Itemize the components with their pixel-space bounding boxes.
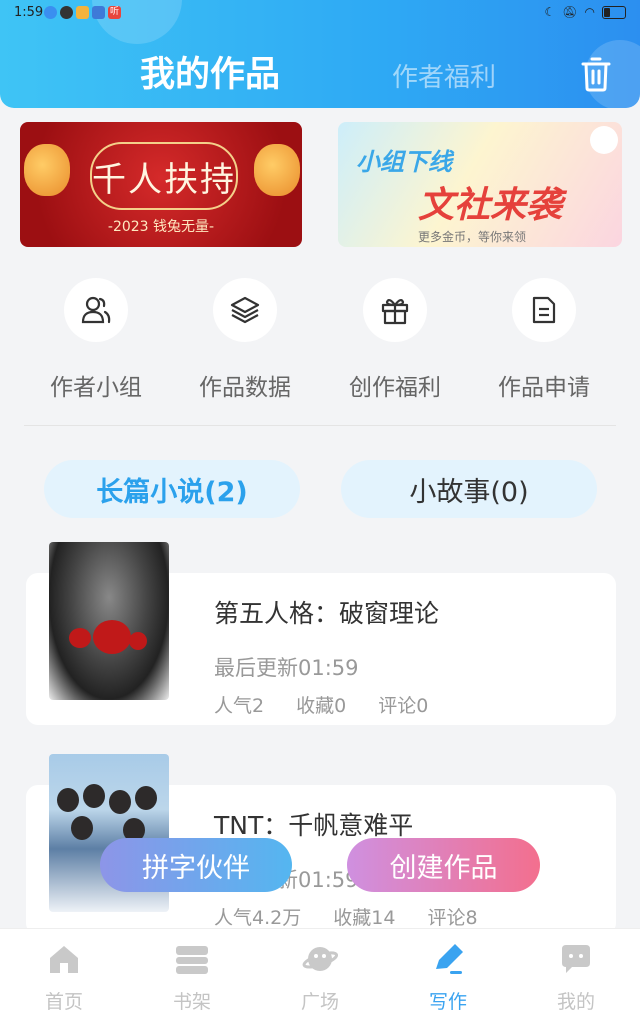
cover-decor xyxy=(129,632,147,650)
document-icon xyxy=(512,278,576,342)
banner-club[interactable]: 小组下线 文社来袭 更多金币，等你来领 xyxy=(338,122,622,247)
quick-label: 作者小组 xyxy=(50,375,142,401)
gift-icon xyxy=(363,278,427,342)
banner-subtitle: 更多金币，等你来领 xyxy=(418,230,527,244)
tab-long-novel[interactable]: 长篇小说(2) xyxy=(44,460,300,518)
bottom-tab-bar: 首页 书架 广场 写作 我的 xyxy=(0,928,640,1025)
quick-creation-benefits[interactable]: 创作福利 xyxy=(320,278,470,402)
pen-icon xyxy=(430,941,466,977)
tab-label: 写作 xyxy=(428,991,467,1013)
tab-label: 书架 xyxy=(172,991,211,1013)
cover-decor xyxy=(109,790,131,814)
status-time: 1:59 xyxy=(14,5,44,20)
lantern-icon xyxy=(24,144,70,196)
wifi-icon: ◠ xyxy=(584,5,595,19)
work-favorites: 收藏0 xyxy=(296,695,347,717)
cover-decor xyxy=(69,628,91,648)
cover-decor xyxy=(71,816,93,840)
work-title[interactable]: 第五人格：破窗理论 xyxy=(214,594,439,630)
tab-bookshelf[interactable]: 书架 xyxy=(137,941,247,1014)
tab-label: 首页 xyxy=(44,991,83,1013)
trash-icon[interactable] xyxy=(580,56,612,92)
moon-icon: ☾ xyxy=(544,5,556,19)
banner-title-big: 文社来袭 xyxy=(418,185,563,226)
work-comments: 评论8 xyxy=(427,907,478,929)
work-comments: 评论0 xyxy=(378,695,429,717)
banner-title-top: 小组下线 xyxy=(356,148,452,176)
tab-short-story[interactable]: 小故事(0) xyxy=(341,460,597,518)
home-icon xyxy=(46,941,82,977)
writing-partner-button[interactable]: 拼字伙伴 xyxy=(100,838,292,892)
work-title[interactable]: TNT：千帆意难平 xyxy=(214,806,413,842)
banner-title: 千人扶持 xyxy=(92,159,236,200)
cover-decor xyxy=(135,786,157,810)
work-cover-image[interactable] xyxy=(49,542,169,700)
banner-support[interactable]: 千人扶持 -2023 钱兔无量- xyxy=(20,122,302,247)
bookshelf-icon xyxy=(174,941,210,977)
mute-icon: 🔕︎ xyxy=(562,5,578,19)
tab-home[interactable]: 首页 xyxy=(9,941,119,1014)
people-icon xyxy=(64,278,128,342)
tab-square[interactable]: 广场 xyxy=(265,941,375,1014)
system-icons: ☾ 🔕︎ ◠ xyxy=(545,5,626,19)
battery-icon xyxy=(602,5,626,19)
create-work-button[interactable]: 创建作品 xyxy=(347,838,540,892)
cover-decor xyxy=(83,784,105,808)
status-bar: 1:59 听 ☾ 🔕︎ ◠ xyxy=(0,0,640,28)
quick-author-group[interactable]: 作者小组 xyxy=(21,278,171,402)
tab-label: 我的 xyxy=(556,991,595,1013)
tab-label: 广场 xyxy=(300,991,339,1013)
tab-my-works[interactable]: 我的作品 xyxy=(140,46,280,97)
banner-title-frame: 千人扶持 xyxy=(90,142,238,210)
cover-decor xyxy=(93,620,131,654)
app-notification-icon xyxy=(44,6,57,19)
app-notification-icon xyxy=(92,6,105,19)
work-favorites: 收藏14 xyxy=(333,907,396,929)
cover-decor xyxy=(57,788,79,812)
tab-author-benefits[interactable]: 作者福利 xyxy=(392,57,496,94)
work-stats: 人气4.2万 收藏14 评论8 xyxy=(214,903,504,930)
quick-label: 创作福利 xyxy=(349,375,441,401)
section-divider xyxy=(24,425,616,426)
app-notification-icon xyxy=(60,6,73,19)
work-last-updated: 最后更新01:59 xyxy=(214,656,359,680)
work-popularity: 人气2 xyxy=(214,695,265,717)
notification-icons: 听 xyxy=(44,6,121,19)
tab-mine[interactable]: 我的 xyxy=(521,941,631,1014)
quick-label: 作品申请 xyxy=(498,375,590,401)
quick-label: 作品数据 xyxy=(199,375,291,401)
chat-bubble-icon xyxy=(558,941,594,977)
lantern-icon xyxy=(254,144,300,196)
decor-dot xyxy=(590,126,618,154)
quick-work-application[interactable]: 作品申请 xyxy=(469,278,619,402)
banner-subtitle: -2023 钱兔无量- xyxy=(107,219,215,235)
planet-icon xyxy=(302,941,339,977)
quick-work-data[interactable]: 作品数据 xyxy=(170,278,320,402)
work-popularity: 人气4.2万 xyxy=(214,907,302,929)
app-notification-icon xyxy=(76,6,89,19)
tab-write[interactable]: 写作 xyxy=(393,941,503,1014)
app-badge-icon: 听 xyxy=(108,6,121,19)
work-stats: 人气2 收藏0 评论0 xyxy=(214,691,454,718)
layers-icon xyxy=(213,278,277,342)
